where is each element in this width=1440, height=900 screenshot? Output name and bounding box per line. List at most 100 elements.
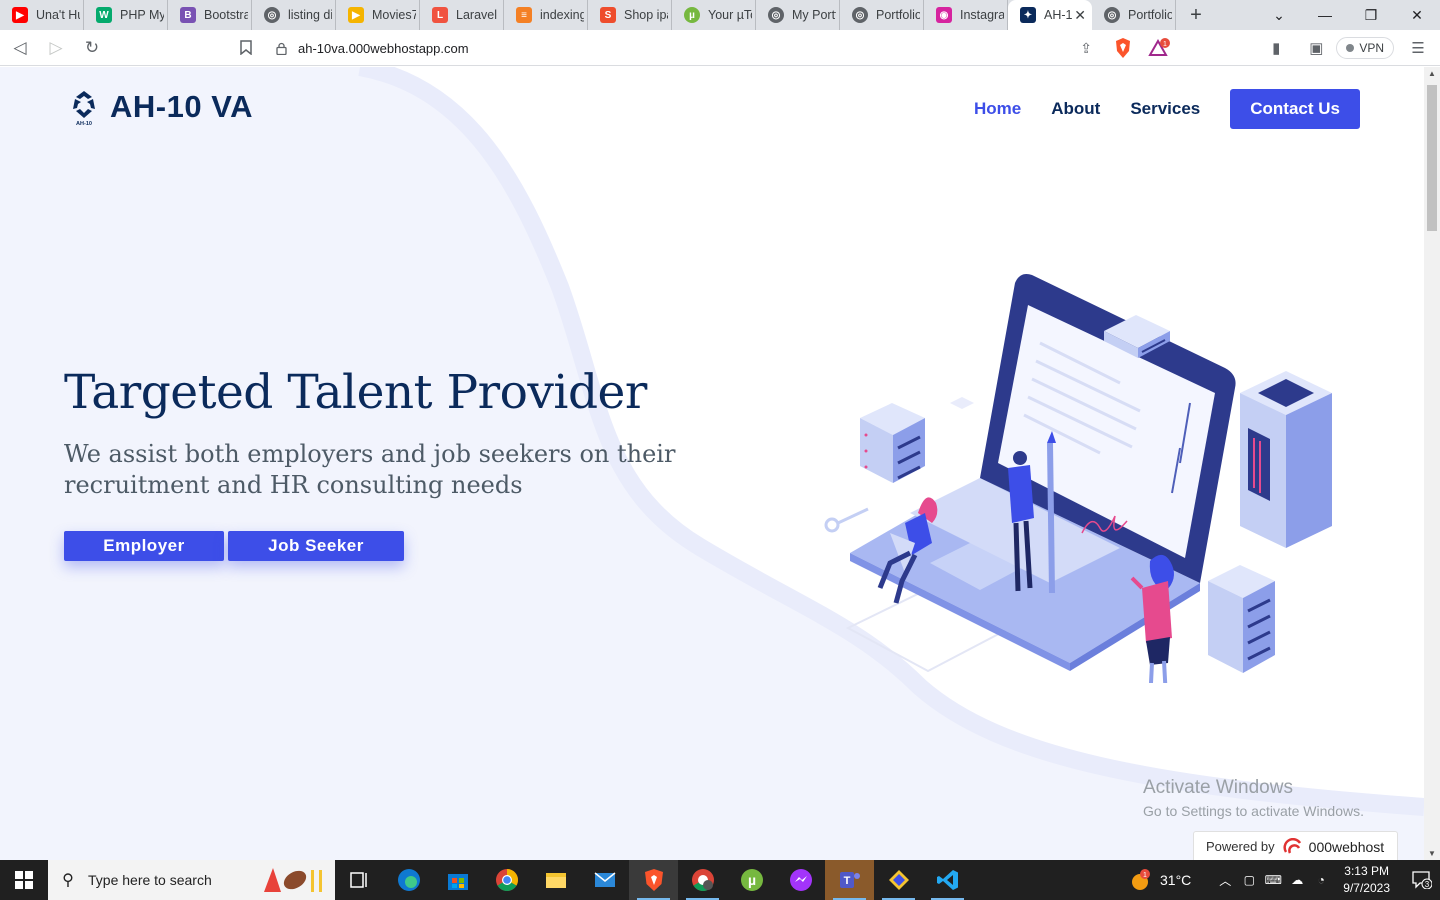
notification-count: 3	[1425, 880, 1430, 889]
000webhost-logo-icon	[1283, 838, 1302, 854]
tab-movies[interactable]: ▶ Movies7	[336, 0, 420, 30]
svg-text:T: T	[843, 875, 850, 887]
tab-instagram[interactable]: ◉ Instagra	[924, 0, 1008, 30]
scroll-up-icon[interactable]: ▲	[1428, 69, 1436, 78]
tab-ah10-active[interactable]: ✦ AH-1 ✕	[1008, 0, 1092, 30]
contact-us-button[interactable]: Contact Us	[1230, 89, 1360, 129]
new-tab-button[interactable]: +	[1176, 0, 1216, 30]
weather-temp[interactable]: 31°C	[1160, 872, 1191, 888]
minimize-button[interactable]: —	[1302, 0, 1348, 30]
laravel-icon: L	[432, 7, 448, 23]
vscode-icon[interactable]	[923, 860, 972, 900]
task-view-icon[interactable]	[335, 860, 384, 900]
wifi-icon[interactable]: ◔	[1309, 873, 1333, 887]
bootstrap-icon: B	[180, 7, 196, 23]
close-tab-icon[interactable]: ✕	[1074, 7, 1086, 24]
tab-utorrent[interactable]: µYour µTo	[672, 0, 756, 30]
tab-search-chevron-icon[interactable]: ⌄	[1256, 0, 1302, 30]
activate-windows-title: Activate Windows	[1143, 777, 1293, 798]
clock-time: 3:13 PM	[1344, 864, 1389, 878]
scrollbar-thumb[interactable]	[1427, 85, 1437, 231]
bookmark-icon[interactable]	[230, 32, 262, 64]
vpn-status-icon	[1346, 44, 1355, 52]
shopee-icon: S	[600, 7, 616, 23]
tab-portfolio-2[interactable]: ◎ Portfolio	[1092, 0, 1176, 30]
sidebar-icon[interactable]: ▮	[1256, 39, 1296, 57]
system-tray: 1 31°C ︿ ▢ ⌨ ☁ ◔ 3:13 PM 9/7/2023 3	[1130, 860, 1440, 900]
tab-shop[interactable]: SShop ipa	[588, 0, 672, 30]
close-window-button[interactable]: ✕	[1394, 0, 1440, 30]
meet-now-icon[interactable]: ▢	[1237, 873, 1261, 887]
tab-indexing[interactable]: ≡ indexing	[504, 0, 588, 30]
tab-w3schools[interactable]: WPHP MyS	[84, 0, 168, 30]
employer-button[interactable]: Employer	[64, 531, 224, 561]
tab-portfolio[interactable]: ◎ Portfolio	[840, 0, 924, 30]
windows-taskbar: ⚲ Type here to search µ T 1 31°C ︿ ▢ ⌨ ☁…	[0, 860, 1440, 900]
teams-icon[interactable]: T	[825, 860, 874, 900]
powered-by-brand: 000webhost	[1308, 838, 1385, 855]
scroll-down-icon[interactable]: ▼	[1428, 849, 1436, 858]
utorrent-taskbar-icon[interactable]: µ	[727, 860, 776, 900]
hero-buttons: Employer Job Seeker	[64, 531, 404, 561]
tab-bootstrap[interactable]: B Bootstra	[168, 0, 252, 30]
address-bar[interactable]: ah-10va.000webhostapp.com ⇪	[264, 33, 1144, 63]
hero-title: Targeted Talent Provider	[64, 365, 647, 420]
globe-icon: ◎	[768, 7, 784, 23]
lock-icon	[276, 42, 287, 55]
keyboard-layout-icon[interactable]: ⌨	[1261, 873, 1285, 887]
globe-icon: ◎	[1104, 7, 1120, 23]
back-icon[interactable]: ◁	[4, 32, 36, 64]
onedrive-icon[interactable]: ☁	[1285, 873, 1309, 887]
wallet-icon[interactable]: ▣	[1296, 39, 1336, 57]
notification-icon: 3	[1412, 871, 1432, 889]
start-button[interactable]	[0, 860, 48, 900]
search-icon: ⚲	[62, 872, 74, 889]
vpn-button[interactable]: VPN	[1336, 37, 1394, 59]
file-explorer-icon[interactable]	[531, 860, 580, 900]
instagram-icon: ◉	[936, 7, 952, 23]
vpn-label: VPN	[1359, 41, 1384, 55]
brave-rewards-icon[interactable]: 1	[1148, 38, 1170, 58]
ah10-logo-icon: AH-10	[73, 91, 95, 127]
activate-windows-watermark: Activate Windows Go to Settings to activ…	[1143, 777, 1364, 819]
tray-chevron-icon[interactable]: ︿	[1213, 872, 1237, 889]
site-logo[interactable]: AH-10 AH-10 VA	[66, 87, 253, 127]
edge-icon[interactable]	[384, 860, 433, 900]
reload-icon[interactable]: ↻	[76, 32, 108, 64]
weather-icon[interactable]: 1	[1130, 868, 1154, 892]
nav-about[interactable]: About	[1051, 99, 1100, 119]
chrome-icon[interactable]	[482, 860, 531, 900]
chrome-profile-icon[interactable]	[678, 860, 727, 900]
menu-icon[interactable]: ☰	[1404, 39, 1432, 57]
tab-laravel[interactable]: LLaravel D	[420, 0, 504, 30]
brave-taskbar-icon[interactable]	[629, 860, 678, 900]
tab-my-portfolio[interactable]: ◎ My Portf	[756, 0, 840, 30]
activate-windows-hint: Go to Settings to activate Windows.	[1143, 803, 1364, 819]
store-icon[interactable]	[433, 860, 482, 900]
brave-shield-icon[interactable]	[1114, 38, 1132, 58]
play-icon: ▶	[348, 7, 364, 23]
nav-home[interactable]: Home	[974, 99, 1021, 119]
nav-services[interactable]: Services	[1130, 99, 1200, 119]
powered-by-badge[interactable]: Powered by 000webhost	[1193, 831, 1398, 860]
search-placeholder: Type here to search	[88, 872, 212, 888]
rewards-badge: 1	[1163, 41, 1167, 48]
job-seeker-button[interactable]: Job Seeker	[228, 531, 404, 561]
tab-listing[interactable]: ◎ listing di	[252, 0, 336, 30]
taskbar-clock[interactable]: 3:13 PM 9/7/2023	[1343, 863, 1390, 897]
page-scrollbar[interactable]: ▲ ▼	[1424, 67, 1440, 860]
tab-youtube[interactable]: ▶ Una't Hu	[0, 0, 84, 30]
forward-icon[interactable]: ▷	[40, 32, 72, 64]
browser-toolbar: ◁ ▷ ↻ ah-10va.000webhostapp.com ⇪ 1 ▮ ▣ …	[0, 30, 1440, 66]
youtube-icon: ▶	[12, 7, 28, 23]
restore-button[interactable]: ❐	[1348, 0, 1394, 30]
mail-icon[interactable]	[580, 860, 629, 900]
ah10-icon: ✦	[1020, 7, 1036, 23]
windows-logo-icon	[15, 871, 33, 889]
git-tool-icon[interactable]	[874, 860, 923, 900]
taskbar-search[interactable]: ⚲ Type here to search	[48, 860, 335, 900]
notification-center-button[interactable]: 3	[1404, 860, 1440, 900]
share-icon[interactable]: ⇪	[1080, 40, 1092, 57]
messenger-icon[interactable]	[776, 860, 825, 900]
window-controls: ⌄ — ❐ ✕	[1256, 0, 1440, 30]
